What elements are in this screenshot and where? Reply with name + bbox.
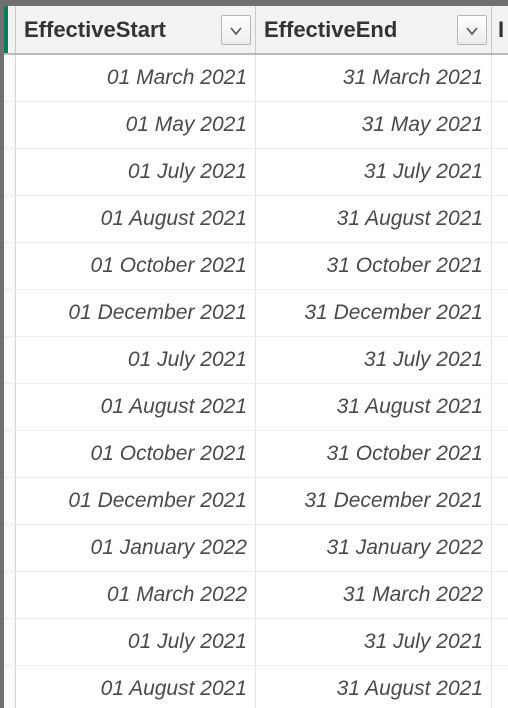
cell-effective-start[interactable]: 01 August 2021 [16, 384, 256, 430]
row-selector[interactable] [4, 55, 16, 101]
table-row[interactable]: 01 July 202131 July 2021 [4, 149, 508, 196]
cell-effective-start[interactable]: 01 December 2021 [16, 290, 256, 336]
cell-effective-start[interactable]: 01 March 2021 [16, 55, 256, 101]
cell-partial[interactable] [492, 337, 508, 383]
table-row[interactable]: 01 October 202131 October 2021 [4, 243, 508, 290]
table-row[interactable]: 01 July 202131 July 2021 [4, 337, 508, 384]
cell-effective-start[interactable]: 01 July 2021 [16, 619, 256, 665]
column-header-label: EffectiveEnd [264, 17, 457, 43]
cell-effective-end[interactable]: 31 May 2021 [256, 102, 492, 148]
cell-effective-end[interactable]: 31 December 2021 [256, 290, 492, 336]
column-header-label: I [498, 17, 504, 43]
table-row[interactable]: 01 August 202131 August 2021 [4, 384, 508, 431]
rows-container: 01 March 202131 March 202101 May 202131 … [4, 55, 508, 708]
data-grid: EffectiveStart EffectiveEnd I [4, 6, 508, 708]
cell-effective-end[interactable]: 31 August 2021 [256, 384, 492, 430]
cell-effective-start[interactable]: 01 August 2021 [16, 196, 256, 242]
table-row[interactable]: 01 December 202131 December 2021 [4, 290, 508, 337]
table-row[interactable]: 01 August 202131 August 2021 [4, 196, 508, 243]
chevron-down-icon [230, 17, 242, 43]
table-row[interactable]: 01 August 202131 August 2021 [4, 666, 508, 708]
row-selector[interactable] [4, 196, 16, 242]
cell-partial[interactable] [492, 290, 508, 336]
cell-partial[interactable] [492, 478, 508, 524]
cell-effective-start[interactable]: 01 March 2022 [16, 572, 256, 618]
table-row[interactable]: 01 October 202131 October 2021 [4, 431, 508, 478]
cell-effective-end[interactable]: 31 July 2021 [256, 337, 492, 383]
chevron-down-icon [466, 17, 478, 43]
row-selector[interactable] [4, 290, 16, 336]
cell-partial[interactable] [492, 384, 508, 430]
row-selector[interactable] [4, 384, 16, 430]
cell-effective-start[interactable]: 01 August 2021 [16, 666, 256, 708]
cell-effective-end[interactable]: 31 August 2021 [256, 666, 492, 708]
column-header-label: EffectiveStart [24, 17, 221, 43]
cell-effective-end[interactable]: 31 July 2021 [256, 619, 492, 665]
row-selector[interactable] [4, 619, 16, 665]
table-row[interactable]: 01 July 202131 July 2021 [4, 619, 508, 666]
cell-partial[interactable] [492, 55, 508, 101]
table-row[interactable]: 01 January 202231 January 2022 [4, 525, 508, 572]
table-row[interactable]: 01 December 202131 December 2021 [4, 478, 508, 525]
row-selector[interactable] [4, 478, 16, 524]
row-selector[interactable] [4, 572, 16, 618]
cell-effective-end[interactable]: 31 December 2021 [256, 478, 492, 524]
app-frame: EffectiveStart EffectiveEnd I [0, 0, 508, 708]
cell-effective-start[interactable]: 01 October 2021 [16, 243, 256, 289]
cell-effective-start[interactable]: 01 January 2022 [16, 525, 256, 571]
column-header-effective-start[interactable]: EffectiveStart [16, 6, 256, 53]
filter-button-effective-start[interactable] [221, 15, 251, 45]
cell-effective-end[interactable]: 31 March 2022 [256, 572, 492, 618]
cell-partial[interactable] [492, 525, 508, 571]
row-selector[interactable] [4, 149, 16, 195]
cell-effective-end[interactable]: 31 October 2021 [256, 243, 492, 289]
cell-effective-start[interactable]: 01 October 2021 [16, 431, 256, 477]
filter-button-effective-end[interactable] [457, 15, 487, 45]
row-selector[interactable] [4, 102, 16, 148]
table-row[interactable]: 01 March 202231 March 2022 [4, 572, 508, 619]
row-selector[interactable] [4, 431, 16, 477]
cell-partial[interactable] [492, 572, 508, 618]
row-selector-header[interactable] [4, 6, 16, 53]
cell-effective-end[interactable]: 31 July 2021 [256, 149, 492, 195]
table-row[interactable]: 01 May 202131 May 2021 [4, 102, 508, 149]
cell-effective-start[interactable]: 01 December 2021 [16, 478, 256, 524]
table-row[interactable]: 01 March 202131 March 2021 [4, 55, 508, 102]
cell-partial[interactable] [492, 666, 508, 708]
cell-effective-end[interactable]: 31 January 2022 [256, 525, 492, 571]
row-selector[interactable] [4, 525, 16, 571]
cell-partial[interactable] [492, 619, 508, 665]
cell-partial[interactable] [492, 102, 508, 148]
cell-effective-end[interactable]: 31 March 2021 [256, 55, 492, 101]
cell-effective-start[interactable]: 01 May 2021 [16, 102, 256, 148]
column-header-partial[interactable]: I [492, 6, 508, 53]
cell-partial[interactable] [492, 243, 508, 289]
cell-partial[interactable] [492, 196, 508, 242]
cell-effective-end[interactable]: 31 October 2021 [256, 431, 492, 477]
row-selector[interactable] [4, 337, 16, 383]
row-selector[interactable] [4, 243, 16, 289]
cell-effective-start[interactable]: 01 July 2021 [16, 149, 256, 195]
cell-effective-end[interactable]: 31 August 2021 [256, 196, 492, 242]
cell-partial[interactable] [492, 431, 508, 477]
column-header-effective-end[interactable]: EffectiveEnd [256, 6, 492, 53]
cell-effective-start[interactable]: 01 July 2021 [16, 337, 256, 383]
row-selector[interactable] [4, 666, 16, 708]
header-row: EffectiveStart EffectiveEnd I [4, 6, 508, 55]
cell-partial[interactable] [492, 149, 508, 195]
